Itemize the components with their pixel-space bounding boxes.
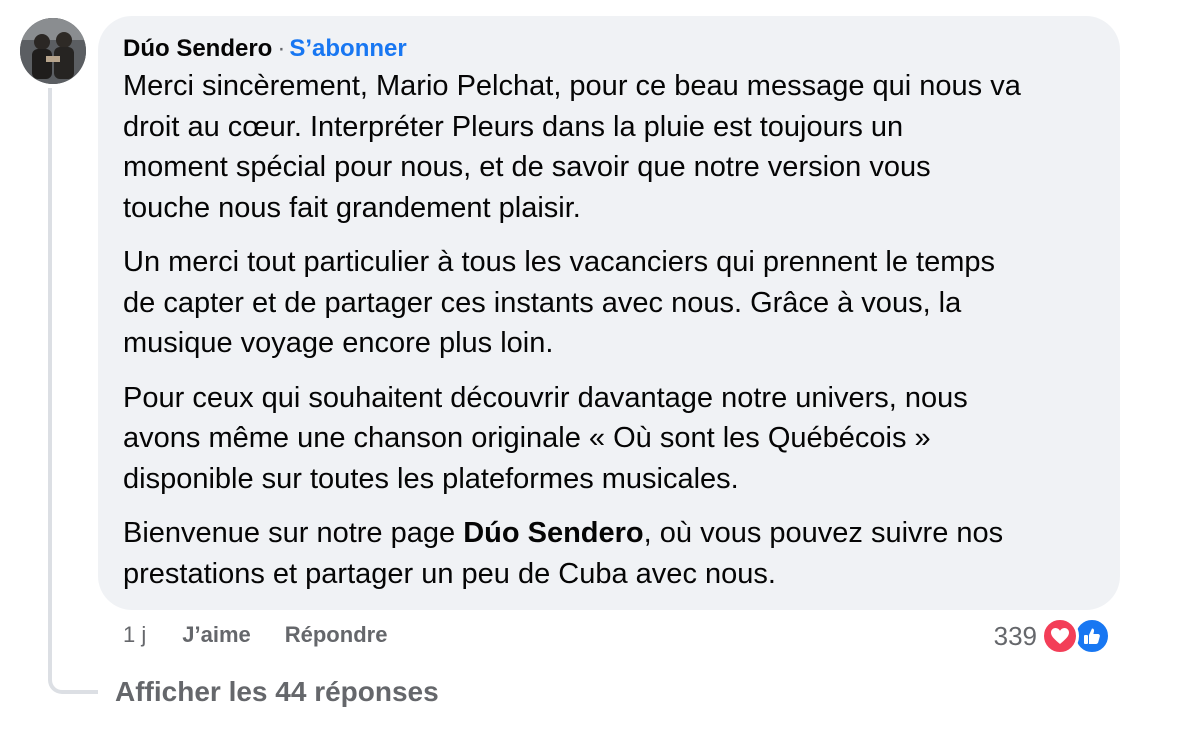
comment-paragraph-4: Bienvenue sur notre page Dúo Sendero, où… (123, 513, 1096, 594)
page-name-mention[interactable]: Dúo Sendero (463, 517, 643, 549)
comment-header: Dúo Sendero · S’abonner (123, 34, 1096, 64)
comment-paragraph-3: Pour ceux qui souhaitent découvrir davan… (123, 378, 1096, 500)
reaction-count: 339 (993, 620, 1037, 651)
reply-thread-line (48, 88, 98, 694)
comment-line: touche nous fait grandement plaisir. (123, 191, 581, 224)
comment-line: Merci sincèrement, Mario Pelchat, pour c… (123, 70, 1021, 102)
comment-paragraph-1: Merci sincèrement, Mario Pelchat, pour c… (123, 66, 1096, 228)
comment-paragraph-2: Un merci tout particulier à tous les vac… (123, 242, 1096, 364)
comment-actions: 1 j J’aime Répondre (123, 620, 421, 650)
reactions-summary[interactable]: 339 (994, 616, 1111, 656)
comment-line: , où vous pouvez suivre nos (643, 517, 1004, 549)
comment-line: Pour ceux qui souhaitent découvrir davan… (123, 381, 968, 414)
view-replies-link[interactable]: Afficher les 44 réponses (115, 676, 439, 708)
author-name[interactable]: Dúo Sendero (123, 35, 272, 62)
comment-line: Un merci tout particulier à tous les vac… (123, 246, 996, 278)
separator-dot: · (277, 35, 286, 62)
follow-button[interactable]: S’abonner (289, 35, 406, 62)
comment-line: musique voyage encore plus loin. (123, 327, 554, 359)
like-button[interactable]: J’aime (182, 622, 251, 648)
avatar-photo (20, 18, 86, 84)
avatar[interactable] (20, 18, 86, 84)
heart-icon (1041, 617, 1079, 655)
comment-timestamp[interactable]: 1 j (123, 622, 146, 648)
reply-button[interactable]: Répondre (285, 622, 388, 648)
comment-line: prestations et partager un peu de Cuba a… (123, 557, 776, 590)
comment-text: Merci sincèrement, Mario Pelchat, pour c… (123, 66, 1096, 594)
comment-line: de capter et de partager ces instants av… (123, 286, 962, 319)
comment-bubble: Dúo Sendero · S’abonner Merci sincèrement,… (98, 16, 1120, 610)
comment-line: avons même une chanson originale « Où so… (123, 422, 931, 454)
comment-line: droit au cœur. Interpréter Pleurs dans l… (123, 110, 904, 143)
comment-line: disponible sur toutes les plateformes mu… (123, 462, 739, 495)
comment-line: moment spécial pour nous, et de savoir q… (123, 151, 931, 183)
reaction-icons (1041, 616, 1111, 656)
comment-line: Bienvenue sur notre page (123, 517, 464, 549)
